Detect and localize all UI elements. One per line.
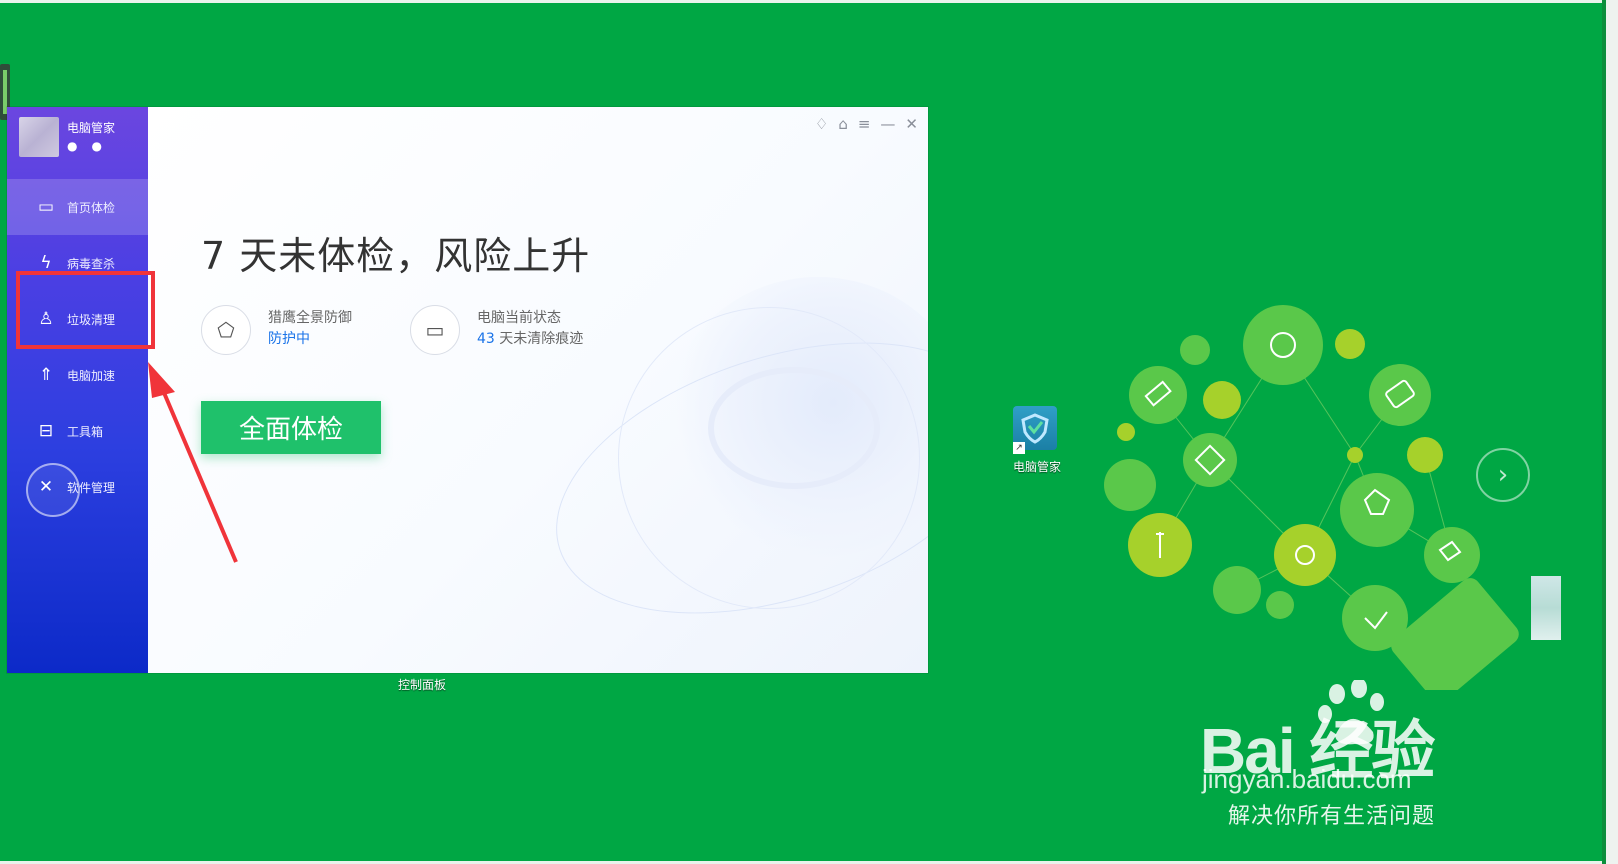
- desktop-shortcut-pc-manager[interactable]: ↗ 电脑管家: [1009, 406, 1061, 476]
- shield-badge-icon[interactable]: ●: [91, 139, 115, 153]
- toolbox-icon: ⊟: [38, 421, 54, 441]
- watermark-brand: Bai 经验: [1200, 715, 1435, 787]
- menu-icon[interactable]: ≡: [858, 115, 871, 133]
- next-arrow-button[interactable]: ›: [1476, 448, 1530, 502]
- full-scan-button[interactable]: 全面体检: [201, 401, 381, 454]
- main-content: ♢ ⌂ ≡ — ✕ 7 天未体检，风险上升 ⬠ 猎鹰全景防御 防护中 ▭ 电脑当…: [148, 107, 928, 673]
- pc-status-value: 43 天未清除痕迹: [477, 328, 583, 348]
- shirt-icon[interactable]: ⌂: [838, 115, 848, 133]
- profile-area: 电脑管家 ●●: [19, 117, 144, 167]
- baidu-jingyan-watermark: Bai 经验 jingyan.baidu.com 解决你所有生活问题: [1200, 680, 1500, 830]
- protection-value: 防护中: [268, 331, 310, 347]
- shortcut-label: 电脑管家: [1013, 460, 1062, 474]
- page-title: 7 天未体检，风险上升: [201, 234, 591, 278]
- sidebar-item-label: 电脑加速: [67, 368, 116, 383]
- sidebar: 电脑管家 ●● ▭ 首页体检 ϟ 病毒查杀 ♙ 垃圾清理 ⇑ 电脑加速 ⊟ 工具…: [7, 107, 148, 673]
- edge-thumbnail[interactable]: [1531, 576, 1561, 640]
- minimize-icon[interactable]: —: [880, 115, 895, 133]
- avatar[interactable]: [19, 117, 59, 157]
- sidebar-item-label: 首页体检: [67, 200, 116, 215]
- sidebar-item-label: 工具箱: [67, 424, 104, 439]
- days-text: 天未清除痕迹: [494, 331, 584, 347]
- monitor-icon: ▭: [410, 305, 460, 355]
- eagle-icon: ⬠: [201, 305, 251, 355]
- sidebar-item-home-checkup[interactable]: ▭ 首页体检: [7, 179, 148, 235]
- window-controls: ♢ ⌂ ≡ — ✕: [815, 115, 918, 133]
- sidebar-item-software[interactable]: ✕ 软件管理: [7, 459, 148, 517]
- desktop-right-edge: [1606, 0, 1618, 864]
- watermark-url: jingyan.baidu.com: [1202, 764, 1412, 794]
- sidebar-item-toolbox[interactable]: ⊟ 工具箱: [7, 403, 148, 459]
- monitor-pulse-icon: ▭: [37, 197, 55, 217]
- badge-icons[interactable]: ●●: [67, 139, 116, 153]
- wallpaper-illustration: [1104, 305, 1519, 690]
- leaf-icon[interactable]: ♢: [815, 115, 828, 133]
- protection-title: 猎鹰全景防御: [268, 310, 352, 326]
- brand-name: 电脑管家: [67, 121, 116, 135]
- desktop-top-strip: [0, 0, 1618, 3]
- sidebar-item-label: 软件管理: [67, 480, 116, 495]
- sidebar-item-speedup[interactable]: ⇑ 电脑加速: [7, 347, 148, 403]
- paw-logo-icon: [1318, 680, 1384, 745]
- days-count: 43: [477, 331, 495, 347]
- annotation-highlight-box: [16, 271, 155, 349]
- pc-manager-window: 电脑管家 ●● ▭ 首页体检 ϟ 病毒查杀 ♙ 垃圾清理 ⇑ 电脑加速 ⊟ 工具…: [7, 107, 928, 673]
- software-icon: ✕: [38, 477, 54, 497]
- pc-status-title: 电脑当前状态: [477, 310, 561, 326]
- control-panel-label[interactable]: 控制面板: [398, 676, 446, 693]
- decor-ring: [708, 367, 880, 489]
- shortcut-arrow-icon: ↗: [1013, 442, 1025, 454]
- shield-badge-icon[interactable]: ●: [67, 139, 91, 153]
- sidebar-item-label: 病毒查杀: [67, 256, 116, 271]
- watermark-slogan: 解决你所有生活问题: [1228, 804, 1436, 829]
- close-icon[interactable]: ✕: [905, 115, 918, 133]
- rocket-icon: ⇑: [38, 365, 54, 385]
